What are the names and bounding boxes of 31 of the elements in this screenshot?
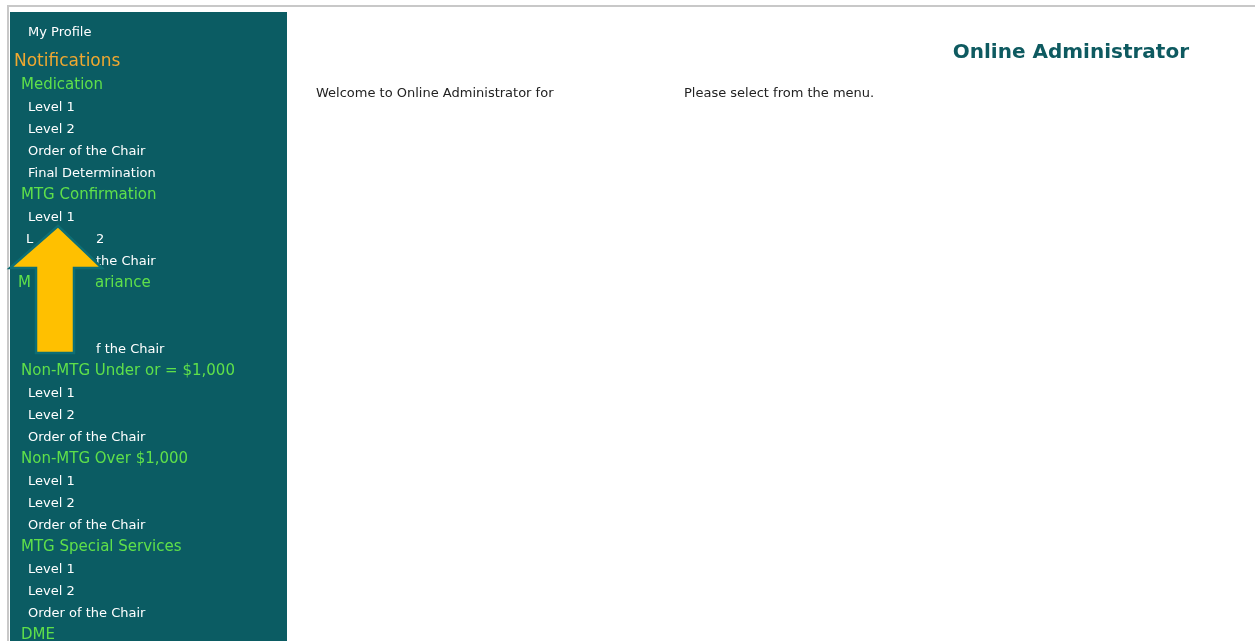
menu-heading[interactable]: Non-MTG Over $1,000 (21, 449, 189, 467)
menu-heading[interactable]: MTG Confirmation (21, 185, 157, 203)
menu-heading[interactable]: M (18, 273, 31, 291)
menu-link[interactable]: Level 1 (28, 560, 75, 576)
menu-link[interactable]: Order of the Chair (28, 142, 146, 158)
menu-heading[interactable]: MTG Special Services (21, 537, 182, 555)
menu-link[interactable]: Order of the Chair (28, 604, 146, 620)
menu-link[interactable]: 2 (96, 230, 105, 246)
page-title: Online Administrator (952, 39, 1189, 63)
menu-link[interactable]: Level 1 (28, 98, 75, 114)
welcome-text: Welcome to Online Administrator for (316, 85, 554, 100)
menu-link[interactable]: Level 1 (28, 384, 75, 400)
menu-heading[interactable]: ariance (95, 273, 151, 291)
menu-link[interactable]: L (26, 230, 34, 246)
menu-link[interactable]: Level 1 (28, 208, 75, 224)
menu-link[interactable]: Level 2 (28, 120, 75, 136)
menu-link[interactable]: f the Chair (96, 340, 165, 356)
menu-link[interactable]: Level 2 (28, 582, 75, 598)
menu-link[interactable]: the Chair (96, 252, 156, 268)
instruction-text: Please select from the menu. (684, 85, 875, 100)
menu-heading[interactable]: Medication (21, 75, 104, 93)
profile-link[interactable]: My Profile (28, 23, 92, 39)
section-title: Notifications (14, 50, 121, 70)
menu-heading[interactable]: DME (21, 625, 55, 641)
menu-link[interactable]: Level 2 (28, 494, 75, 510)
menu-link[interactable]: Final Determination (28, 164, 156, 180)
menu-heading[interactable]: Non-MTG Under or = $1,000 (21, 361, 235, 379)
menu-link[interactable]: Order of the Chair (28, 516, 146, 532)
menu-link[interactable]: Order of the Chair (28, 428, 146, 444)
menu-link[interactable]: Level 2 (28, 406, 75, 422)
menu-link[interactable]: Level 1 (28, 472, 75, 488)
